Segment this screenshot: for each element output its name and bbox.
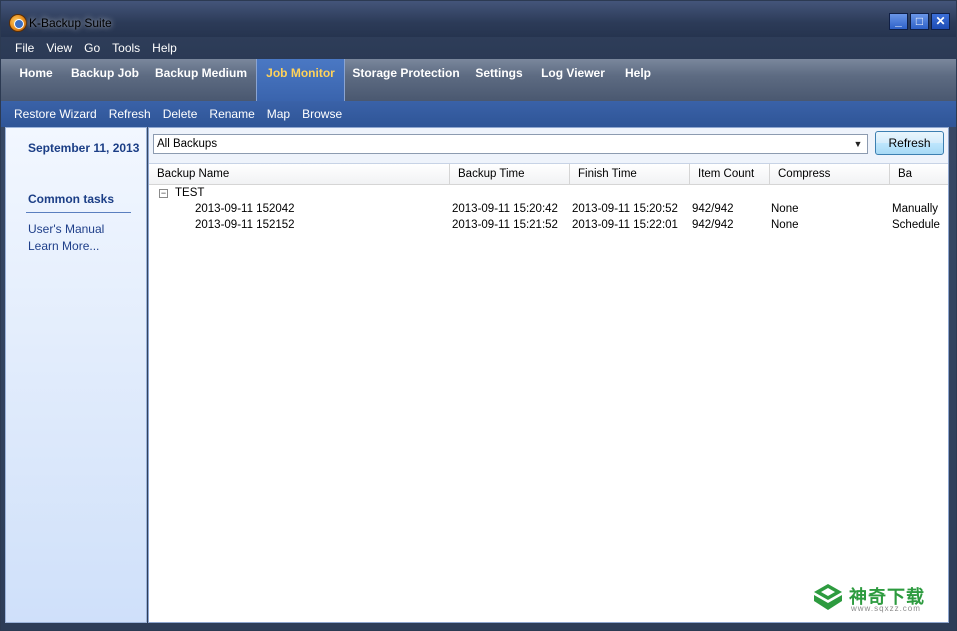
column-compress[interactable]: Compress bbox=[770, 164, 890, 185]
job-monitor-panel: All Backups ▼ Refresh Backup Name Backup… bbox=[148, 127, 949, 623]
minimize-button[interactable]: _ bbox=[889, 13, 908, 30]
close-button[interactable]: ✕ bbox=[931, 13, 950, 30]
tab-log-viewer[interactable]: Log Viewer bbox=[537, 59, 609, 101]
group-name: TEST bbox=[175, 187, 204, 199]
table-row[interactable]: 2013-09-11 152042 2013-09-11 15:20:42 20… bbox=[149, 202, 948, 218]
cell-ba: Manually bbox=[892, 203, 938, 215]
watermark-logo-icon bbox=[813, 583, 843, 611]
menu-go[interactable]: Go bbox=[80, 41, 108, 55]
column-ba[interactable]: Ba bbox=[890, 164, 948, 185]
menu-view[interactable]: View bbox=[42, 41, 80, 55]
table-row[interactable]: 2013-09-11 152152 2013-09-11 15:21:52 20… bbox=[149, 218, 948, 234]
window-controls: _ □ ✕ bbox=[889, 13, 950, 30]
menu-tools[interactable]: Tools bbox=[108, 41, 148, 55]
menu-bar: File View Go Tools Help bbox=[1, 37, 956, 59]
app-window: K-Backup Suite _ □ ✕ File View Go Tools … bbox=[0, 0, 957, 631]
maximize-button[interactable]: □ bbox=[910, 13, 929, 30]
chevron-down-icon[interactable]: ▼ bbox=[851, 137, 865, 151]
collapse-icon[interactable]: − bbox=[159, 189, 168, 198]
action-toolbar: Restore Wizard Refresh Delete Rename Map… bbox=[1, 101, 956, 127]
main-tab-bar: Home Backup Job Backup Medium Job Monito… bbox=[1, 59, 956, 101]
refresh-button[interactable]: Refresh bbox=[875, 131, 944, 155]
cell-compress: None bbox=[771, 219, 799, 231]
cell-compress: None bbox=[771, 203, 799, 215]
tab-home[interactable]: Home bbox=[13, 59, 59, 101]
delete-button[interactable]: Delete bbox=[157, 107, 204, 121]
watermark: 神奇下载 www.sqxzz.com bbox=[813, 579, 948, 619]
tab-help[interactable]: Help bbox=[619, 59, 657, 101]
sidebar-divider bbox=[26, 212, 131, 213]
group-row[interactable]: − TEST bbox=[149, 186, 948, 202]
column-item-count[interactable]: Item Count bbox=[690, 164, 770, 185]
tab-backup-medium[interactable]: Backup Medium bbox=[151, 59, 251, 101]
users-manual-link[interactable]: User's Manual bbox=[28, 222, 104, 236]
refresh-action-button[interactable]: Refresh bbox=[103, 107, 157, 121]
learn-more-link[interactable]: Learn More... bbox=[28, 239, 99, 253]
menu-file[interactable]: File bbox=[11, 41, 42, 55]
column-finish-time[interactable]: Finish Time bbox=[570, 164, 690, 185]
cell-finish-time: 2013-09-11 15:22:01 bbox=[572, 219, 678, 231]
cell-finish-time: 2013-09-11 15:20:52 bbox=[572, 203, 678, 215]
window-title: K-Backup Suite bbox=[29, 16, 112, 30]
backup-filter-select[interactable]: All Backups ▼ bbox=[153, 134, 868, 154]
common-tasks-heading: Common tasks bbox=[28, 192, 114, 206]
menu-help[interactable]: Help bbox=[148, 41, 185, 55]
tab-storage-protection[interactable]: Storage Protection bbox=[351, 59, 461, 101]
cell-backup-time: 2013-09-11 15:21:52 bbox=[452, 219, 558, 231]
tab-settings[interactable]: Settings bbox=[471, 59, 527, 101]
current-date: September 11, 2013 bbox=[28, 141, 139, 155]
cell-backup-time: 2013-09-11 15:20:42 bbox=[452, 203, 558, 215]
cell-ba: Schedule bbox=[892, 219, 940, 231]
app-logo-icon bbox=[9, 14, 27, 32]
watermark-url: www.sqxzz.com bbox=[851, 604, 921, 613]
filter-row: All Backups ▼ Refresh bbox=[149, 128, 948, 164]
browse-button[interactable]: Browse bbox=[296, 107, 348, 121]
column-backup-name[interactable]: Backup Name bbox=[149, 164, 450, 185]
backup-filter-value: All Backups bbox=[157, 138, 217, 150]
restore-wizard-button[interactable]: Restore Wizard bbox=[8, 107, 103, 121]
map-button[interactable]: Map bbox=[261, 107, 296, 121]
tab-backup-job[interactable]: Backup Job bbox=[67, 59, 143, 101]
task-sidebar: September 11, 2013 Common tasks User's M… bbox=[5, 127, 147, 623]
cell-item-count: 942/942 bbox=[692, 219, 734, 231]
column-backup-time[interactable]: Backup Time bbox=[450, 164, 570, 185]
cell-item-count: 942/942 bbox=[692, 203, 734, 215]
rename-button[interactable]: Rename bbox=[203, 107, 260, 121]
tab-job-monitor[interactable]: Job Monitor bbox=[256, 59, 345, 101]
title-bar: K-Backup Suite _ □ ✕ bbox=[1, 1, 956, 37]
cell-backup-name: 2013-09-11 152042 bbox=[195, 203, 295, 215]
table-header: Backup Name Backup Time Finish Time Item… bbox=[149, 164, 948, 185]
cell-backup-name: 2013-09-11 152152 bbox=[195, 219, 295, 231]
